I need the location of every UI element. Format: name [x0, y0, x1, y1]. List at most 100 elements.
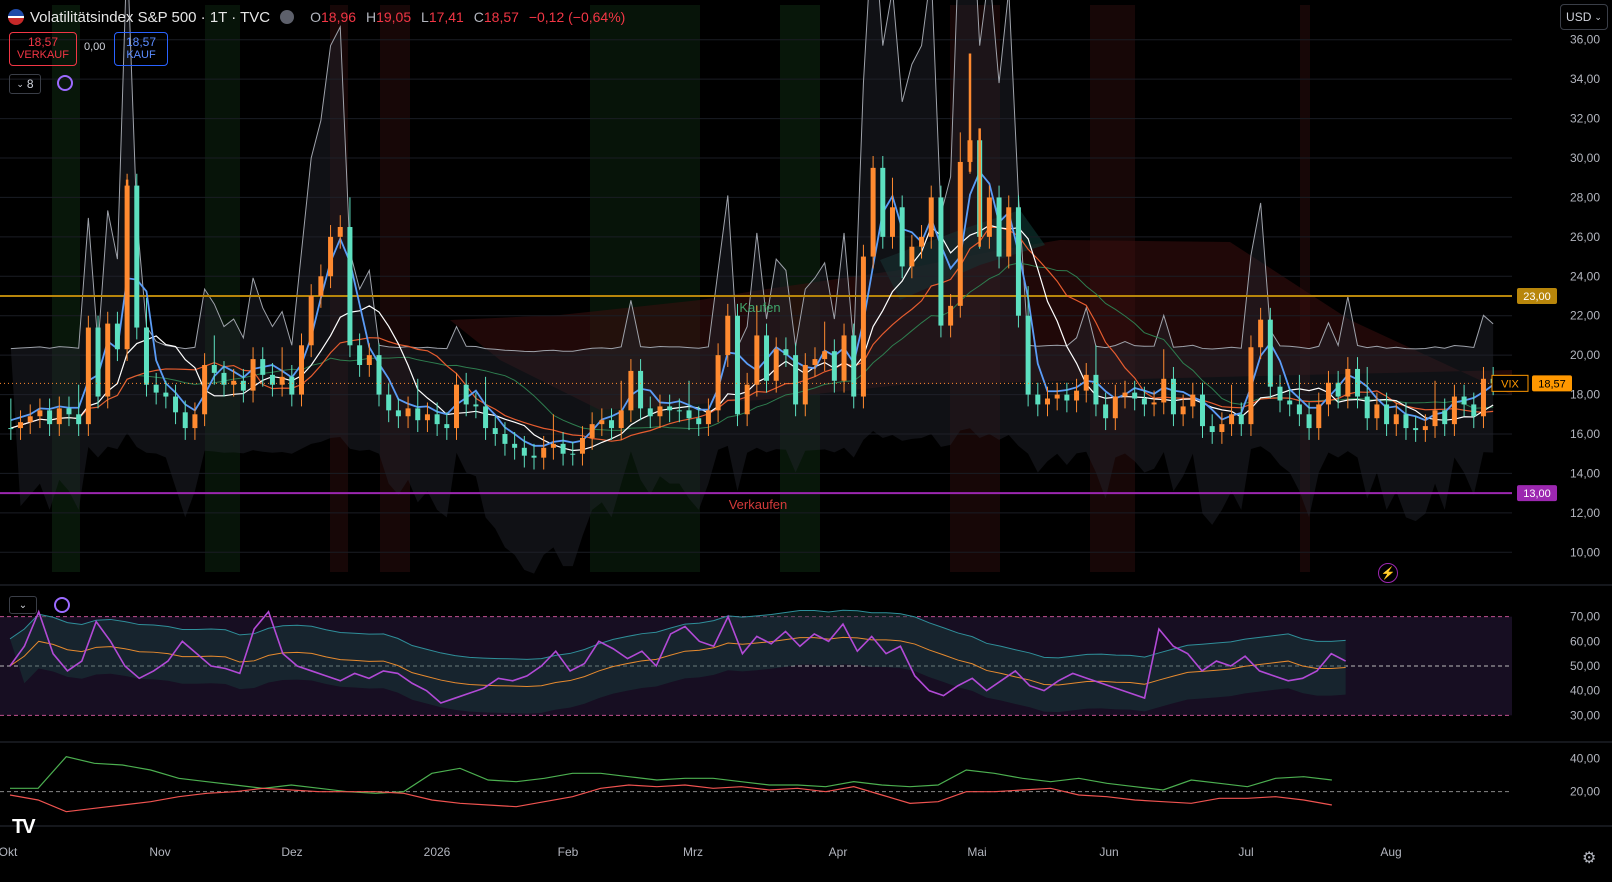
candle-body — [919, 236, 925, 247]
close-label: C — [473, 9, 484, 25]
y-tick-label: 32,00 — [1570, 112, 1600, 126]
y-tick-label: 24,00 — [1570, 269, 1600, 283]
symbol-tag-label: VIX — [1501, 378, 1519, 390]
candle-body — [240, 380, 246, 391]
candle-body — [1161, 378, 1167, 403]
close-value: 18,57 — [483, 9, 519, 25]
y-tick-label: 10,00 — [1570, 545, 1600, 559]
candle-body — [696, 418, 702, 425]
change-value: −0,12 (−0,64%) — [528, 9, 626, 25]
candle-body — [1219, 424, 1225, 433]
indicator-count: 8 — [26, 77, 34, 91]
candle-body — [667, 406, 673, 411]
candle-body — [676, 410, 682, 412]
candle-body — [502, 434, 508, 444]
candle-body — [1403, 414, 1409, 429]
candle-body — [289, 376, 295, 395]
candle-body — [1413, 428, 1419, 431]
candle-body — [1442, 410, 1448, 425]
lightning-icon[interactable]: ⚡ — [1378, 563, 1398, 583]
tradingview-logo[interactable]: TV — [12, 816, 36, 839]
candle-body — [337, 227, 343, 237]
y-tick-label: 18,00 — [1570, 388, 1600, 402]
candle-body — [231, 380, 237, 385]
candle-body — [27, 416, 33, 423]
candle-body — [579, 437, 585, 454]
candle-body — [609, 420, 615, 429]
currency-label: USD — [1566, 10, 1592, 24]
symbol-title[interactable]: Volatilitätsindex S&P 500 · 1T · TVC — [30, 9, 270, 26]
candle-body — [211, 365, 217, 373]
sell-price: 18,57 — [27, 35, 59, 49]
candle-body — [715, 355, 721, 411]
candle-body — [734, 315, 740, 415]
candle-body — [1306, 414, 1312, 429]
candle-body — [638, 370, 644, 409]
dmi-series-line — [9, 784, 1332, 813]
y-tick-label: 16,00 — [1570, 427, 1600, 441]
candle-body — [1296, 404, 1302, 415]
candle-body — [1025, 315, 1031, 395]
buy-button[interactable]: 18,57 KAUF — [114, 32, 168, 66]
gear-icon[interactable]: ⚙ — [1582, 848, 1596, 868]
candle-body — [1277, 386, 1283, 401]
candle-body — [870, 167, 876, 257]
refresh-icon[interactable] — [57, 75, 73, 91]
candle-body — [308, 296, 314, 346]
candle-body — [134, 185, 140, 328]
candle-body — [1103, 404, 1109, 419]
chart-svg[interactable]: 10,00 12,00 14,00 16,00 18,00 20,00 22,00 24,00… — [0, 0, 1612, 877]
candle-body — [395, 410, 401, 417]
refresh-icon[interactable] — [54, 597, 70, 613]
minus-circle-icon[interactable] — [280, 10, 295, 24]
rsi-tick-label: 50,00 — [1570, 659, 1600, 673]
candle-body — [899, 207, 905, 267]
level-text: Verkaufen — [729, 497, 788, 512]
rsi-tick-label: 60,00 — [1570, 634, 1600, 648]
candle-body — [1248, 347, 1254, 425]
candle-body — [764, 335, 770, 381]
candle-body — [802, 365, 808, 405]
candle-body — [822, 351, 828, 360]
y-tick-label: 20,00 — [1570, 348, 1600, 362]
candle-body — [492, 428, 498, 434]
ohlc-values: O18,96 H19,05 L17,41 C18,57 −0,12 (−0,64… — [304, 9, 625, 25]
chart-stage[interactable]: 10,00 12,00 14,00 16,00 18,00 20,00 22,00 24,00… — [0, 0, 1612, 877]
candle-body — [250, 359, 256, 391]
candle-body — [1471, 404, 1477, 417]
candle-body — [221, 372, 227, 385]
x-tick-label: 2026 — [424, 845, 451, 859]
candle-body — [1480, 378, 1486, 417]
y-tick-label: 22,00 — [1570, 309, 1600, 323]
signal-band — [205, 5, 240, 572]
candle-body — [647, 408, 653, 417]
currency-select[interactable]: USD ⌄ — [1560, 4, 1608, 30]
candle-body — [657, 406, 663, 417]
collapse-pane-button[interactable]: ⌄ — [9, 596, 37, 614]
candle-body — [1384, 404, 1390, 425]
y-tick-label: 36,00 — [1570, 33, 1600, 47]
candle-body — [1035, 394, 1041, 405]
candle-body — [560, 443, 566, 454]
chevron-down-icon: ⌄ — [16, 78, 24, 89]
candle-body — [376, 355, 382, 395]
rsi-tick-label: 40,00 — [1570, 684, 1600, 698]
x-tick-label: Dez — [281, 845, 302, 859]
candle-body — [1461, 396, 1467, 405]
candle-body — [841, 335, 847, 381]
x-tick-label: Mai — [967, 845, 986, 859]
candle-body — [66, 408, 72, 415]
us-flag-icon — [8, 9, 24, 25]
candle-body — [405, 408, 411, 417]
candle-body — [1122, 392, 1128, 397]
candle-body — [1093, 374, 1099, 405]
indicators-toggle[interactable]: ⌄ 8 — [9, 74, 41, 94]
candle-body — [1170, 378, 1176, 415]
chevron-down-icon: ⌄ — [18, 599, 28, 611]
sell-button[interactable]: 18,57 VERKAUF — [9, 32, 77, 66]
symbol-header: Volatilitätsindex S&P 500 · 1T · TVC O18… — [8, 6, 625, 28]
candle-body — [1335, 382, 1341, 397]
candle-body — [95, 327, 101, 397]
candle-body — [1190, 394, 1196, 407]
candle-body — [1325, 382, 1331, 405]
